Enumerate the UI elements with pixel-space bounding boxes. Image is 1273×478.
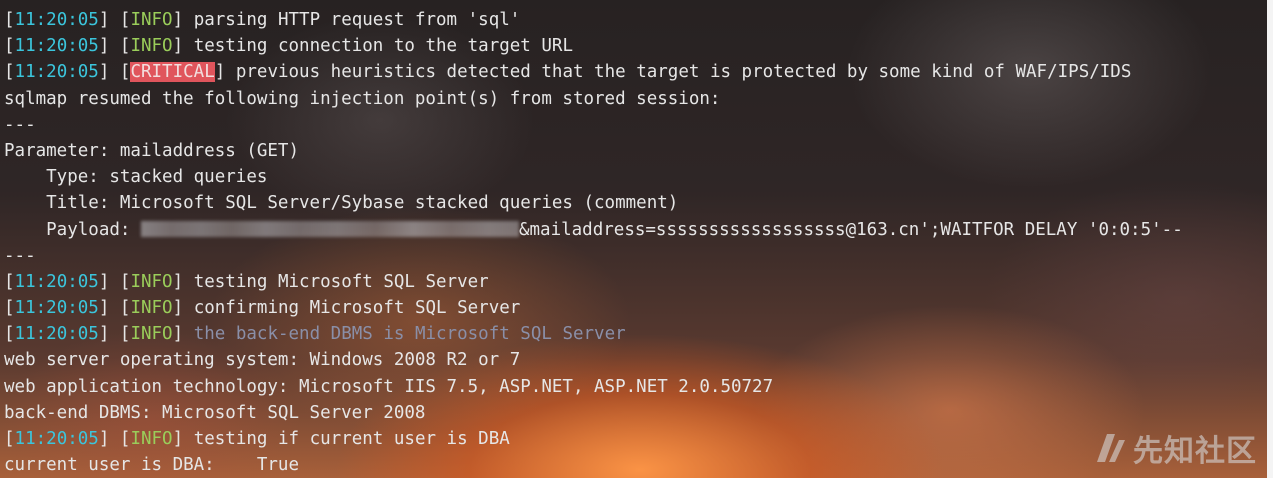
watermark: 先知社区 <box>1095 426 1257 470</box>
output-line: web application technology: Microsoft II… <box>4 376 774 397</box>
payload-line: Payload: &mailaddress=ssssssssssssssssss… <box>4 217 1183 243</box>
log-message: previous heuristics detected that the ta… <box>225 62 1132 83</box>
output-line: Title: Microsoft SQL Server/Sybase stack… <box>4 193 679 214</box>
output-line: sqlmap resumed the following injection p… <box>4 88 721 109</box>
log-message: testing Microsoft SQL Server <box>183 271 489 292</box>
log-line: [11:20:05] [INFO] testing connection to … <box>4 36 573 57</box>
log-timestamp: 11:20:05 <box>14 36 99 57</box>
log-level-info: INFO <box>130 298 173 319</box>
log-timestamp: 11:20:05 <box>14 429 99 449</box>
output-line: back-end DBMS: Microsoft SQL Server 2008 <box>4 402 426 423</box>
log-timestamp: 11:20:05 <box>14 324 99 345</box>
log-level-critical: CRITICAL <box>130 62 215 83</box>
log-message: testing connection to the target URL <box>183 36 573 57</box>
payload-value: &mailaddress=ssssssssssssssssss@163.cn';… <box>518 219 1183 240</box>
window-edge <box>1267 0 1273 478</box>
separator-line: --- <box>4 114 36 135</box>
log-line: [11:20:05] [INFO] the back-end DBMS is M… <box>4 324 626 345</box>
log-level-info: INFO <box>130 36 173 57</box>
output-line: Type: stacked queries <box>4 167 268 188</box>
log-timestamp: 11:20:05 <box>14 62 99 83</box>
log-level-info: INFO <box>130 10 173 30</box>
log-line: [11:20:05] [INFO] testing Microsoft SQL … <box>4 271 489 292</box>
log-line: [11:20:05] [CRITICAL] previous heuristic… <box>4 62 1132 83</box>
xianzhi-logo-icon <box>1097 434 1125 462</box>
log-line: [11:20:05] [INFO] parsing HTTP request f… <box>4 10 521 30</box>
log-message: testing if current user is DBA <box>183 429 510 449</box>
log-level-info: INFO <box>130 324 173 345</box>
separator-line: --- <box>4 245 36 266</box>
output-line: current user is DBA: True <box>4 455 300 476</box>
log-line: [11:20:05] [INFO] confirming Microsoft S… <box>4 298 521 319</box>
output-line: Parameter: mailaddress (GET) <box>4 140 300 161</box>
log-message: the back-end DBMS is Microsoft SQL Serve… <box>183 324 626 345</box>
watermark-text: 先知社区 <box>1133 434 1257 469</box>
output-line: web server operating system: Windows 200… <box>4 350 521 371</box>
log-timestamp: 11:20:05 <box>14 271 99 292</box>
log-line: [11:20:05] [INFO] testing if current use… <box>4 429 510 449</box>
log-message: parsing HTTP request from 'sql' <box>183 10 521 30</box>
log-timestamp: 11:20:05 <box>14 10 99 30</box>
log-level-info: INFO <box>130 429 173 449</box>
redacted-url <box>140 220 519 237</box>
terminal-output: [11:20:05] [INFO] parsing HTTP request f… <box>4 7 1183 478</box>
payload-label: Payload: <box>4 219 141 240</box>
log-level-info: INFO <box>130 271 173 292</box>
log-message: confirming Microsoft SQL Server <box>183 298 521 319</box>
log-timestamp: 11:20:05 <box>14 298 99 319</box>
